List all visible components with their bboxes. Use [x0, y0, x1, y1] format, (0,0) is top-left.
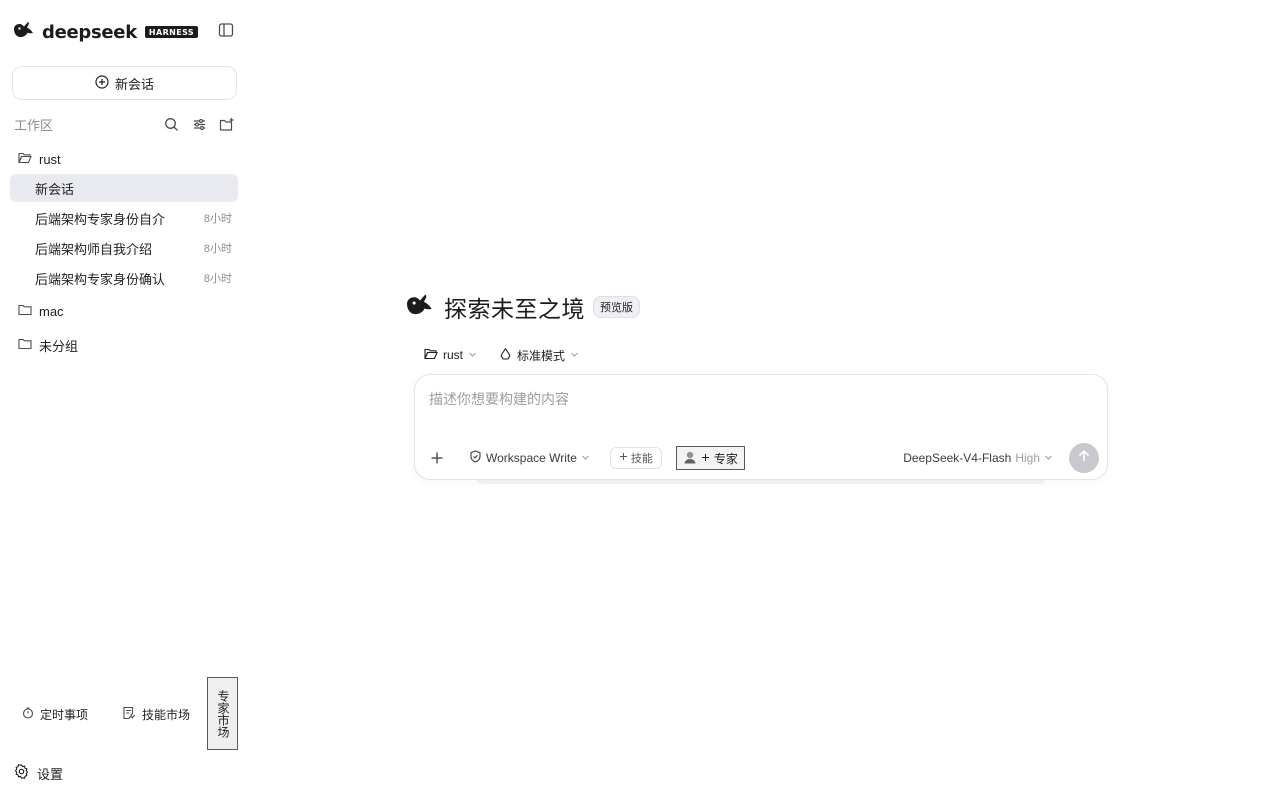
workspace-selector-label: rust — [443, 348, 464, 362]
note-icon — [122, 706, 136, 723]
folder-open-icon — [424, 348, 438, 363]
send-button[interactable] — [1069, 443, 1099, 473]
expert-avatar-icon — [683, 450, 697, 467]
skill-market-link[interactable]: 技能市场 — [112, 702, 200, 727]
add-expert-button[interactable]: 专家 — [675, 446, 745, 470]
recycle-icon — [499, 347, 512, 363]
expert-label: 专家 — [713, 451, 738, 466]
permission-label: Workspace Write — [486, 451, 577, 465]
folder-label: rust — [39, 151, 61, 167]
skill-label: 技能 — [630, 453, 653, 465]
preview-badge: 预览版 — [593, 296, 640, 318]
sliders-icon[interactable] — [190, 115, 208, 133]
sidebar: deepseek HARNESS 新会话 工作区 rust 新会话 后端架构专家… — [0, 0, 250, 800]
add-skill-button[interactable]: 技能 — [609, 447, 662, 469]
attach-button[interactable] — [427, 448, 447, 468]
chat-time: 8小时 — [203, 243, 232, 255]
chevron-down-icon — [570, 348, 579, 362]
composer: Workspace Write 技能 — [414, 374, 1108, 480]
scheduled-link[interactable]: 定时事项 — [12, 702, 98, 727]
new-chat-label: 新会话 — [114, 76, 154, 92]
hero-title: 探索未至之境 — [444, 296, 585, 322]
hero: 探索未至之境 预览版 — [0, 290, 1280, 324]
workspace-tree: rust 新会话 后端架构专家身份自介 8小时 后端架构师自我介绍 8小时 后端… — [10, 146, 238, 358]
whale-icon — [12, 20, 36, 45]
app-window: deepseek HARNESS 新会话 工作区 rust 新会话 后端架构专家… — [0, 0, 1280, 800]
chat-title: 新会话 — [35, 181, 75, 197]
workspace-title: 工作区 — [14, 117, 54, 133]
chevron-down-icon — [1044, 451, 1053, 465]
brand-badge: HARNESS — [144, 26, 199, 38]
folder-icon — [18, 338, 32, 353]
plus-icon — [619, 452, 628, 464]
chat-item[interactable]: 后端架构专家身份自介 8小时 — [10, 204, 238, 232]
search-icon[interactable] — [162, 115, 180, 133]
chat-title: 后端架构专家身份确认 — [35, 271, 166, 287]
chat-title: 后端架构师自我介绍 — [35, 241, 153, 257]
arrow-up-icon — [1077, 449, 1091, 468]
expert-market-button[interactable]: 专家市场 — [207, 677, 238, 750]
folder-rust[interactable]: rust — [10, 146, 238, 172]
scheduled-label: 定时事项 — [40, 707, 89, 722]
sidebar-bottom-links: 定时事项 技能市场 — [12, 677, 238, 751]
chevron-down-icon — [581, 451, 590, 465]
chevron-down-icon — [468, 348, 477, 362]
model-level: High — [1015, 451, 1040, 465]
mode-selector[interactable]: 标准模式 — [499, 347, 579, 364]
hero-inner: 探索未至之境 预览版 — [404, 290, 640, 324]
composer-toolbar: Workspace Write 技能 专家 DeepSeek-V4-Flash … — [427, 443, 1099, 473]
folder-open-icon — [18, 152, 32, 167]
chat-item[interactable]: 后端架构师自我介绍 8小时 — [10, 234, 238, 262]
chat-time: 8小时 — [203, 213, 232, 225]
shield-icon — [469, 450, 482, 466]
skill-market-label: 技能市场 — [142, 707, 191, 722]
plus-circle-icon — [95, 74, 109, 92]
model-selector[interactable]: DeepSeek-V4-Flash High — [903, 451, 1053, 465]
folder-ungrouped[interactable]: 未分组 — [10, 332, 238, 358]
whale-icon — [404, 292, 436, 323]
workspace-header: 工作区 — [14, 114, 236, 134]
settings-label: 设置 — [37, 766, 64, 782]
folder-plus-icon[interactable] — [218, 115, 236, 133]
workspace-selector[interactable]: rust — [424, 348, 477, 363]
chat-title: 后端架构专家身份自介 — [35, 211, 166, 227]
gear-icon — [14, 764, 29, 782]
workspace-tools — [162, 115, 236, 133]
brand: deepseek HARNESS — [12, 20, 199, 45]
chat-item[interactable]: 后端架构专家身份确认 8小时 — [10, 264, 238, 292]
sidebar-toggle-button[interactable] — [216, 22, 236, 42]
mode-selector-label: 标准模式 — [517, 348, 566, 363]
permission-selector[interactable]: Workspace Write — [469, 450, 590, 466]
brand-name: deepseek — [42, 21, 137, 43]
context-bar: rust 标准模式 — [424, 344, 579, 366]
settings-link[interactable]: 设置 — [14, 762, 63, 784]
prompt-input[interactable] — [429, 387, 1089, 411]
chat-time: 8小时 — [203, 273, 232, 285]
new-chat-button[interactable]: 新会话 — [12, 66, 237, 100]
sidebar-toggle-icon — [218, 22, 234, 43]
folder-label: 未分组 — [39, 338, 79, 354]
model-name: DeepSeek-V4-Flash — [903, 451, 1012, 465]
chat-item-active[interactable]: 新会话 — [10, 174, 238, 202]
plus-icon — [701, 451, 710, 465]
timer-icon — [22, 706, 34, 722]
